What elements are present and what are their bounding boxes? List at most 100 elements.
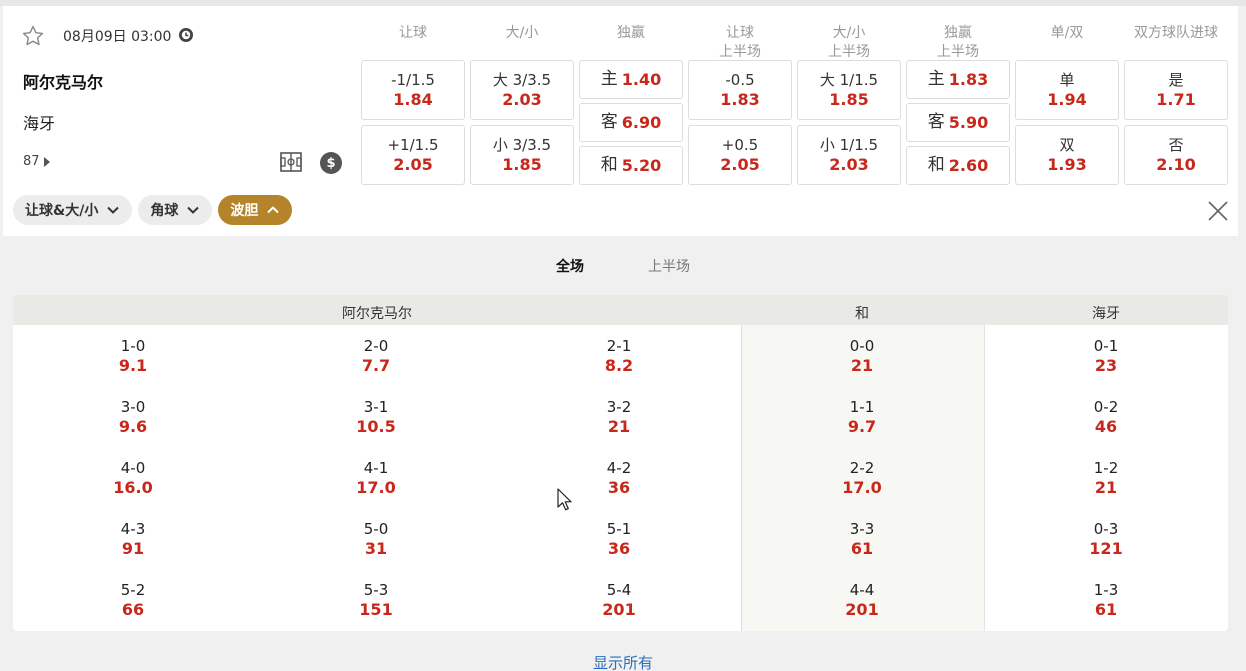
close-icon[interactable] xyxy=(1205,198,1231,224)
score-odds: 46 xyxy=(1094,417,1118,436)
score-cell[interactable]: 1-3 61 xyxy=(1031,581,1181,620)
odds-value: 2.60 xyxy=(948,155,989,175)
score-cell[interactable]: 0-0 21 xyxy=(787,337,937,376)
score-label: 2-1 xyxy=(606,337,632,355)
odds-button-btts-1[interactable]: 否 2.10 xyxy=(1124,125,1228,185)
score-cell[interactable]: 5-1 36 xyxy=(544,520,694,559)
score-label: 0-3 xyxy=(1093,520,1119,538)
odds-button-moneyline_1h-0[interactable]: 主 1.83 xyxy=(906,60,1010,99)
odds-button-total_1h-1[interactable]: 小 1/1.5 2.03 xyxy=(797,125,901,185)
score-label: 3-1 xyxy=(363,398,389,416)
odds-button-moneyline_1h-2[interactable]: 和 2.60 xyxy=(906,146,1010,185)
dollar-icon[interactable]: $ xyxy=(320,152,342,174)
odds-button-odd_even-1[interactable]: 双 1.93 xyxy=(1015,125,1119,185)
score-cell[interactable]: 1-2 21 xyxy=(1031,459,1181,498)
score-label: 0-2 xyxy=(1093,398,1119,416)
score-cell[interactable]: 4-1 17.0 xyxy=(301,459,451,498)
match-datetime: 08月09日 03:00 xyxy=(63,29,172,45)
score-cell[interactable]: 0-1 23 xyxy=(1031,337,1181,376)
column-header-line1: 让球 xyxy=(726,25,754,41)
star-icon[interactable] xyxy=(21,24,45,48)
score-odds: 121 xyxy=(1089,539,1123,558)
odds-button-handicap_1h-1[interactable]: +0.5 2.05 xyxy=(688,125,792,185)
score-cell[interactable]: 5-3 151 xyxy=(301,581,451,620)
odds-value: 1.94 xyxy=(1047,90,1087,109)
score-odds: 201 xyxy=(845,600,879,619)
column-header-moneyline: 独赢 xyxy=(579,24,683,43)
odds-value: 6.90 xyxy=(621,112,662,132)
odds-label: 双 xyxy=(1059,136,1075,154)
score-label: 5-4 xyxy=(606,581,632,599)
odds-value: 2.03 xyxy=(829,155,869,174)
odds-button-handicap-1[interactable]: +1/1.5 2.05 xyxy=(361,125,465,185)
score-cell[interactable]: 0-3 121 xyxy=(1031,520,1181,559)
score-cell[interactable]: 1-0 9.1 xyxy=(58,337,208,376)
odds-value: 1.85 xyxy=(829,90,869,109)
odds-button-moneyline-0[interactable]: 主 1.40 xyxy=(579,60,683,99)
score-cell[interactable]: 4-0 16.0 xyxy=(58,459,208,498)
score-cell[interactable]: 2-2 17.0 xyxy=(787,459,937,498)
score-cell[interactable]: 0-2 46 xyxy=(1031,398,1181,437)
column-header-odd_even: 单/双 xyxy=(1015,24,1119,43)
odds-button-handicap_1h-0[interactable]: -0.5 1.83 xyxy=(688,60,792,120)
chip-correct-score[interactable]: 波胆 xyxy=(218,195,293,225)
score-label: 1-2 xyxy=(1093,459,1119,477)
odds-label: -1/1.5 xyxy=(391,71,435,89)
tab-first-half[interactable]: 上半场 xyxy=(618,256,690,276)
odds-value: 1.40 xyxy=(621,69,662,89)
odds-label: 客 xyxy=(927,112,945,132)
pitch-icon[interactable] xyxy=(280,152,302,172)
score-odds: 23 xyxy=(1094,356,1118,375)
odds-value: 2.05 xyxy=(393,155,433,174)
score-cell[interactable]: 5-4 201 xyxy=(544,581,694,620)
score-odds: 7.7 xyxy=(361,356,391,375)
odds-button-moneyline_1h-1[interactable]: 客 5.90 xyxy=(906,103,1010,142)
score-cell[interactable]: 3-1 10.5 xyxy=(301,398,451,437)
score-odds: 21 xyxy=(850,356,874,375)
score-cell[interactable]: 2-0 7.7 xyxy=(301,337,451,376)
tab-full-time[interactable]: 全场 xyxy=(556,256,584,276)
odds-value: 1.83 xyxy=(720,90,760,109)
odds-button-moneyline-2[interactable]: 和 5.20 xyxy=(579,146,683,185)
score-cell[interactable]: 5-2 66 xyxy=(58,581,208,620)
odds-value: 1.84 xyxy=(393,90,433,109)
score-odds: 61 xyxy=(1094,600,1118,619)
score-cell[interactable]: 3-2 21 xyxy=(544,398,694,437)
odds-value: 2.05 xyxy=(720,155,760,174)
odds-button-total_1h-0[interactable]: 大 1/1.5 1.85 xyxy=(797,60,901,120)
column-header-moneyline_1h: 独赢 上半场 xyxy=(906,24,1010,62)
chip-label: 角球 xyxy=(150,203,179,219)
away-team-name: 海牙 xyxy=(23,114,56,133)
odds-button-total-0[interactable]: 大 3/3.5 2.03 xyxy=(470,60,574,120)
chevron-down-icon xyxy=(107,206,120,214)
odds-label: 大 1/1.5 xyxy=(819,71,879,89)
odds-button-odd_even-0[interactable]: 单 1.94 xyxy=(1015,60,1119,120)
chip-label: 让球&大/小 xyxy=(25,203,99,219)
score-cell[interactable]: 2-1 8.2 xyxy=(544,337,694,376)
odds-button-handicap-0[interactable]: -1/1.5 1.84 xyxy=(361,60,465,120)
score-cell[interactable]: 3-0 9.6 xyxy=(58,398,208,437)
odds-button-moneyline-1[interactable]: 客 6.90 xyxy=(579,103,683,142)
chip-handicap-total[interactable]: 让球&大/小 xyxy=(13,195,133,225)
odds-label: 是 xyxy=(1168,71,1184,89)
odds-button-total-1[interactable]: 小 3/3.5 1.85 xyxy=(470,125,574,185)
more-markets-link[interactable]: 87 xyxy=(23,154,50,169)
score-cell[interactable]: 3-3 61 xyxy=(787,520,937,559)
score-odds: 10.5 xyxy=(356,417,396,436)
score-cell[interactable]: 4-3 91 xyxy=(58,520,208,559)
score-odds: 9.6 xyxy=(118,417,148,436)
show-all-link[interactable]: 显示所有 xyxy=(0,652,1246,671)
score-label: 1-0 xyxy=(120,337,146,355)
match-card: 08月09日 03:00 阿尔克马尔 海牙 87 $ 让球 -1/1.5 1.84 +… xyxy=(3,6,1238,236)
score-cell[interactable]: 1-1 9.7 xyxy=(787,398,937,437)
odds-value: 1.71 xyxy=(1156,90,1196,109)
score-cell[interactable]: 4-4 201 xyxy=(787,581,937,620)
score-label: 5-0 xyxy=(363,520,389,538)
score-odds: 151 xyxy=(359,600,393,619)
odds-value: 5.20 xyxy=(621,155,662,175)
odds-value: 1.85 xyxy=(502,155,542,174)
odds-button-btts-0[interactable]: 是 1.71 xyxy=(1124,60,1228,120)
chip-label: 波胆 xyxy=(230,203,259,219)
chip-corners[interactable]: 角球 xyxy=(138,195,213,225)
score-cell[interactable]: 5-0 31 xyxy=(301,520,451,559)
